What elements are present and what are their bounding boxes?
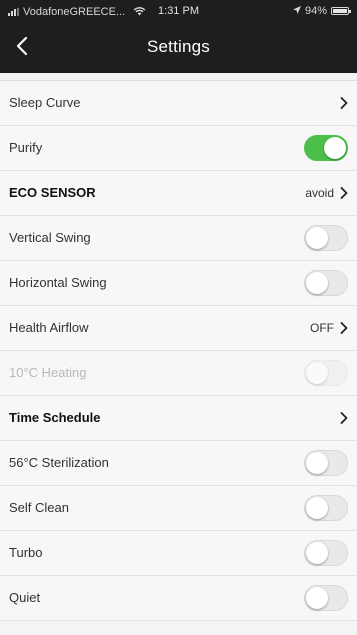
setting-row-10-c-heating: 10°C Heating — [0, 351, 357, 396]
setting-label: Self Clean — [9, 500, 69, 515]
settings-screen: VodafoneGREECE... 1:31 PM 94% Settings S… — [0, 0, 357, 635]
setting-control: OFF — [310, 306, 348, 350]
wifi-icon — [133, 5, 146, 19]
chevron-right-icon — [340, 322, 348, 334]
setting-row-purify: Purify — [0, 126, 357, 171]
setting-label: ECO SENSOR — [9, 185, 96, 200]
10-c-heating-toggle — [304, 360, 348, 386]
setting-label: Time Schedule — [9, 410, 101, 425]
setting-control — [304, 531, 348, 575]
setting-control — [304, 486, 348, 530]
toggle-knob — [306, 272, 328, 294]
setting-control — [304, 126, 348, 170]
setting-control — [304, 216, 348, 260]
carrier-name: VodafoneGREECE... — [23, 6, 126, 18]
setting-row-self-clean: Self Clean — [0, 486, 357, 531]
setting-row-time-schedule[interactable]: Time Schedule — [0, 396, 357, 441]
quiet-toggle[interactable] — [304, 585, 348, 611]
toggle-knob — [306, 362, 328, 384]
toggle-knob — [306, 497, 328, 519]
setting-row-quiet: Quiet — [0, 576, 357, 621]
settings-list: Sleep Curve Purify ECO SENSOR avoid Vertical… — [0, 80, 357, 621]
setting-control: avoid — [305, 171, 348, 215]
setting-label: Quiet — [9, 590, 41, 605]
vertical-swing-toggle[interactable] — [304, 225, 348, 251]
chevron-right-icon — [340, 97, 348, 109]
self-clean-toggle[interactable] — [304, 495, 348, 521]
turbo-toggle[interactable] — [304, 540, 348, 566]
status-bar: VodafoneGREECE... 1:31 PM 94% — [0, 0, 357, 22]
setting-row-sleep-curve[interactable]: Sleep Curve — [0, 81, 357, 126]
setting-control — [304, 576, 348, 620]
setting-label: Health Airflow — [9, 320, 89, 335]
signal-icon — [8, 8, 19, 16]
toggle-knob — [306, 542, 328, 564]
status-left: VodafoneGREECE... — [8, 5, 146, 19]
56-c-sterilization-toggle[interactable] — [304, 450, 348, 476]
toggle-knob — [306, 452, 328, 474]
chevron-right-icon — [340, 412, 348, 424]
setting-control — [304, 351, 348, 395]
setting-label: 10°C Heating — [9, 365, 87, 380]
setting-label: Turbo — [9, 545, 43, 560]
setting-label: Purify — [9, 140, 43, 155]
setting-row-turbo: Turbo — [0, 531, 357, 576]
nav-bar: Settings — [0, 22, 357, 73]
setting-row-health-airflow[interactable]: Health Airflow OFF — [0, 306, 357, 351]
status-right: 94% — [292, 5, 351, 17]
setting-label: Sleep Curve — [9, 95, 81, 110]
setting-label: Horizontal Swing — [9, 275, 107, 290]
setting-control — [304, 261, 348, 305]
setting-control — [304, 441, 348, 485]
toggle-knob — [306, 587, 328, 609]
purify-toggle[interactable] — [304, 135, 348, 161]
setting-row-horizontal-swing: Horizontal Swing — [0, 261, 357, 306]
setting-label: Vertical Swing — [9, 230, 91, 245]
setting-row-56-c-sterilization: 56°C Sterilization — [0, 441, 357, 486]
setting-row-vertical-swing: Vertical Swing — [0, 216, 357, 261]
chevron-right-icon — [340, 187, 348, 199]
setting-label: 56°C Sterilization — [9, 455, 109, 470]
setting-row-eco-sensor[interactable]: ECO SENSOR avoid — [0, 171, 357, 216]
toggle-knob — [306, 227, 328, 249]
battery-percent: 94% — [304, 5, 327, 17]
battery-icon — [331, 7, 351, 15]
page-title: Settings — [146, 37, 211, 56]
setting-value: OFF — [310, 321, 334, 335]
location-arrow-icon — [292, 5, 301, 17]
horizontal-swing-toggle[interactable] — [304, 270, 348, 296]
setting-control — [340, 81, 348, 125]
setting-value: avoid — [305, 186, 334, 200]
header: VodafoneGREECE... 1:31 PM 94% Settings — [0, 0, 357, 73]
toggle-knob — [324, 137, 346, 159]
setting-control — [340, 396, 348, 440]
